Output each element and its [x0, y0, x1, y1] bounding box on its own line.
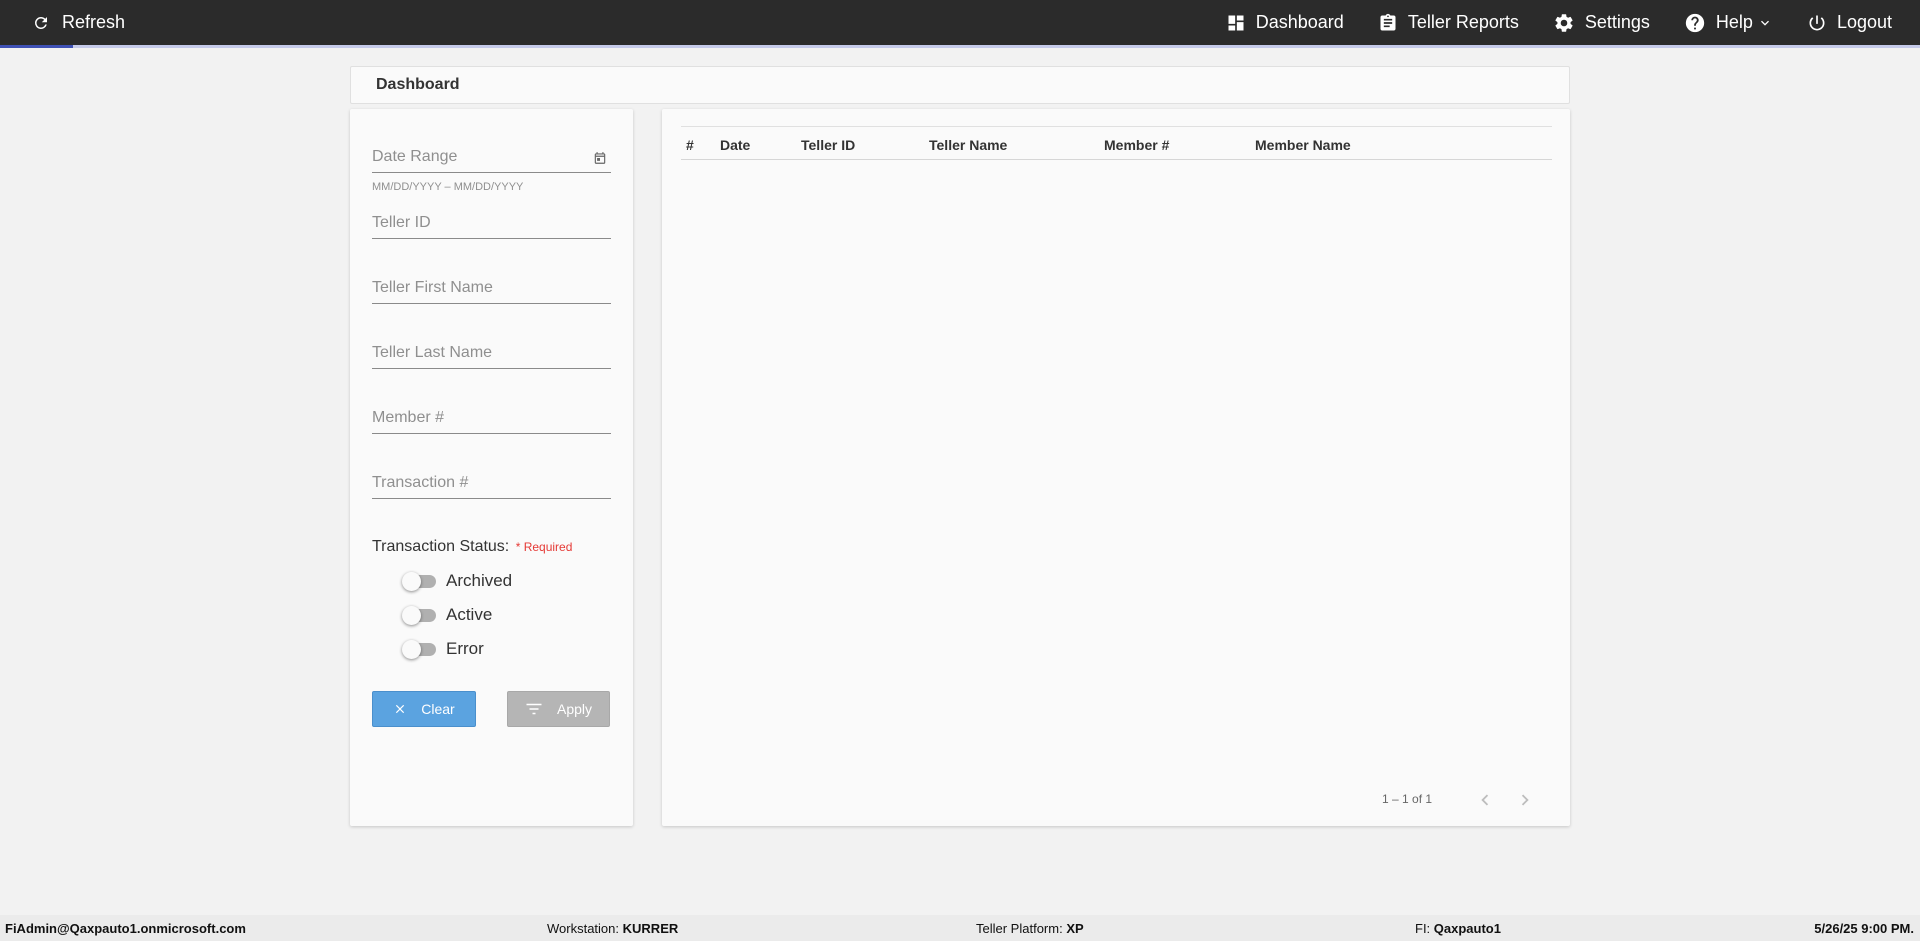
- error-label: Error: [446, 639, 484, 658]
- nav-help[interactable]: Help: [1684, 12, 1773, 34]
- error-switch[interactable]: [402, 639, 436, 659]
- nav-logout-label: Logout: [1836, 12, 1892, 32]
- top-toolbar: Refresh Dashboard Teller Reports Setting…: [0, 0, 1920, 45]
- column-header-member-number[interactable]: Member #: [1104, 137, 1169, 153]
- transaction-number-input[interactable]: [372, 469, 611, 497]
- nav-dashboard-label: Dashboard: [1255, 12, 1344, 32]
- status-bar: FiAdmin@Qaxpauto1.onmicrosoft.com Workst…: [0, 915, 1920, 941]
- refresh-label: Refresh: [62, 12, 126, 32]
- nav-settings-label: Settings: [1584, 12, 1650, 32]
- help-circle-icon: [1685, 13, 1705, 32]
- teller-id-input[interactable]: [372, 209, 611, 237]
- loading-progress-bar: [0, 45, 1920, 48]
- refresh-icon: [34, 16, 47, 29]
- required-indicator: * Required: [515, 540, 573, 554]
- column-header-number[interactable]: #: [686, 137, 694, 153]
- results-table-panel: # Date Teller ID Teller Name Member # Me…: [662, 109, 1570, 826]
- active-toggle[interactable]: Active: [402, 605, 492, 625]
- transaction-status-label: Transaction Status: * Required: [372, 538, 572, 556]
- nav-teller-reports-label: Teller Reports: [1407, 12, 1519, 32]
- loading-progress-fill: [0, 45, 73, 48]
- date-range-hint: MM/DD/YYYY – MM/DD/YYYY: [372, 181, 524, 193]
- apply-button-label: Apply: [556, 701, 593, 717]
- dashboard-icon: [1228, 15, 1244, 30]
- table-header-row: # Date Teller ID Teller Name Member # Me…: [681, 126, 1552, 160]
- date-range-field[interactable]: [372, 143, 611, 173]
- status-workstation: Workstation: KURRER: [547, 921, 679, 936]
- active-label: Active: [446, 605, 493, 624]
- status-teller-platform: Teller Platform: XP: [976, 921, 1084, 936]
- teller-id-field[interactable]: [372, 209, 611, 239]
- close-icon: [396, 704, 405, 714]
- active-switch[interactable]: [402, 605, 436, 625]
- nav-dashboard[interactable]: Dashboard: [1226, 12, 1344, 33]
- page-title-card: Dashboard: [350, 66, 1570, 104]
- status-fi: FI: Qaxpauto1: [1415, 921, 1501, 936]
- paginator-range-label: 1 – 1 of 1: [1382, 792, 1433, 806]
- date-range-input[interactable]: [372, 143, 611, 171]
- column-header-teller-id[interactable]: Teller ID: [801, 137, 855, 153]
- column-header-date[interactable]: Date: [720, 137, 750, 153]
- nav-help-label: Help: [1715, 12, 1753, 32]
- filter-icon: [526, 703, 542, 715]
- status-user: FiAdmin@Qaxpauto1.onmicrosoft.com: [5, 921, 246, 936]
- nav-settings[interactable]: Settings: [1553, 12, 1650, 34]
- error-toggle[interactable]: Error: [402, 639, 484, 659]
- teller-last-name-field[interactable]: [372, 339, 611, 369]
- member-number-field[interactable]: [372, 404, 611, 434]
- apply-button[interactable]: Apply: [507, 691, 610, 727]
- refresh-button[interactable]: Refresh: [32, 12, 125, 33]
- status-datetime: 5/26/25 9:00 PM.: [1814, 921, 1914, 936]
- column-header-teller-name[interactable]: Teller Name: [929, 137, 1007, 153]
- chevron-down-icon: [1760, 20, 1769, 26]
- clipboard-icon: [1380, 13, 1396, 31]
- teller-first-name-field[interactable]: [372, 274, 611, 304]
- power-icon: [1809, 15, 1825, 30]
- column-header-member-name[interactable]: Member Name: [1255, 137, 1351, 153]
- page-title: Dashboard: [376, 76, 460, 93]
- teller-first-name-input[interactable]: [372, 274, 611, 302]
- member-number-input[interactable]: [372, 404, 611, 432]
- archived-switch[interactable]: [402, 571, 436, 591]
- paginator: 1 – 1 of 1: [662, 789, 1570, 811]
- filter-panel: MM/DD/YYYY – MM/DD/YYYY Transaction Stat…: [350, 109, 633, 826]
- archived-toggle[interactable]: Archived: [402, 571, 512, 591]
- clear-button-label: Clear: [421, 701, 455, 717]
- next-page-icon[interactable]: [1514, 789, 1536, 811]
- transaction-status-text: Transaction Status:: [372, 538, 510, 555]
- archived-label: Archived: [446, 571, 513, 590]
- main-nav: Dashboard Teller Reports Settings Help L…: [1192, 0, 1892, 45]
- gear-icon: [1555, 13, 1573, 32]
- clear-button[interactable]: Clear: [372, 691, 476, 727]
- calendar-icon[interactable]: [593, 151, 607, 165]
- teller-last-name-input[interactable]: [372, 339, 611, 367]
- transaction-number-field[interactable]: [372, 469, 611, 499]
- nav-teller-reports[interactable]: Teller Reports: [1378, 12, 1519, 33]
- previous-page-icon[interactable]: [1474, 789, 1496, 811]
- nav-logout[interactable]: Logout: [1807, 12, 1892, 33]
